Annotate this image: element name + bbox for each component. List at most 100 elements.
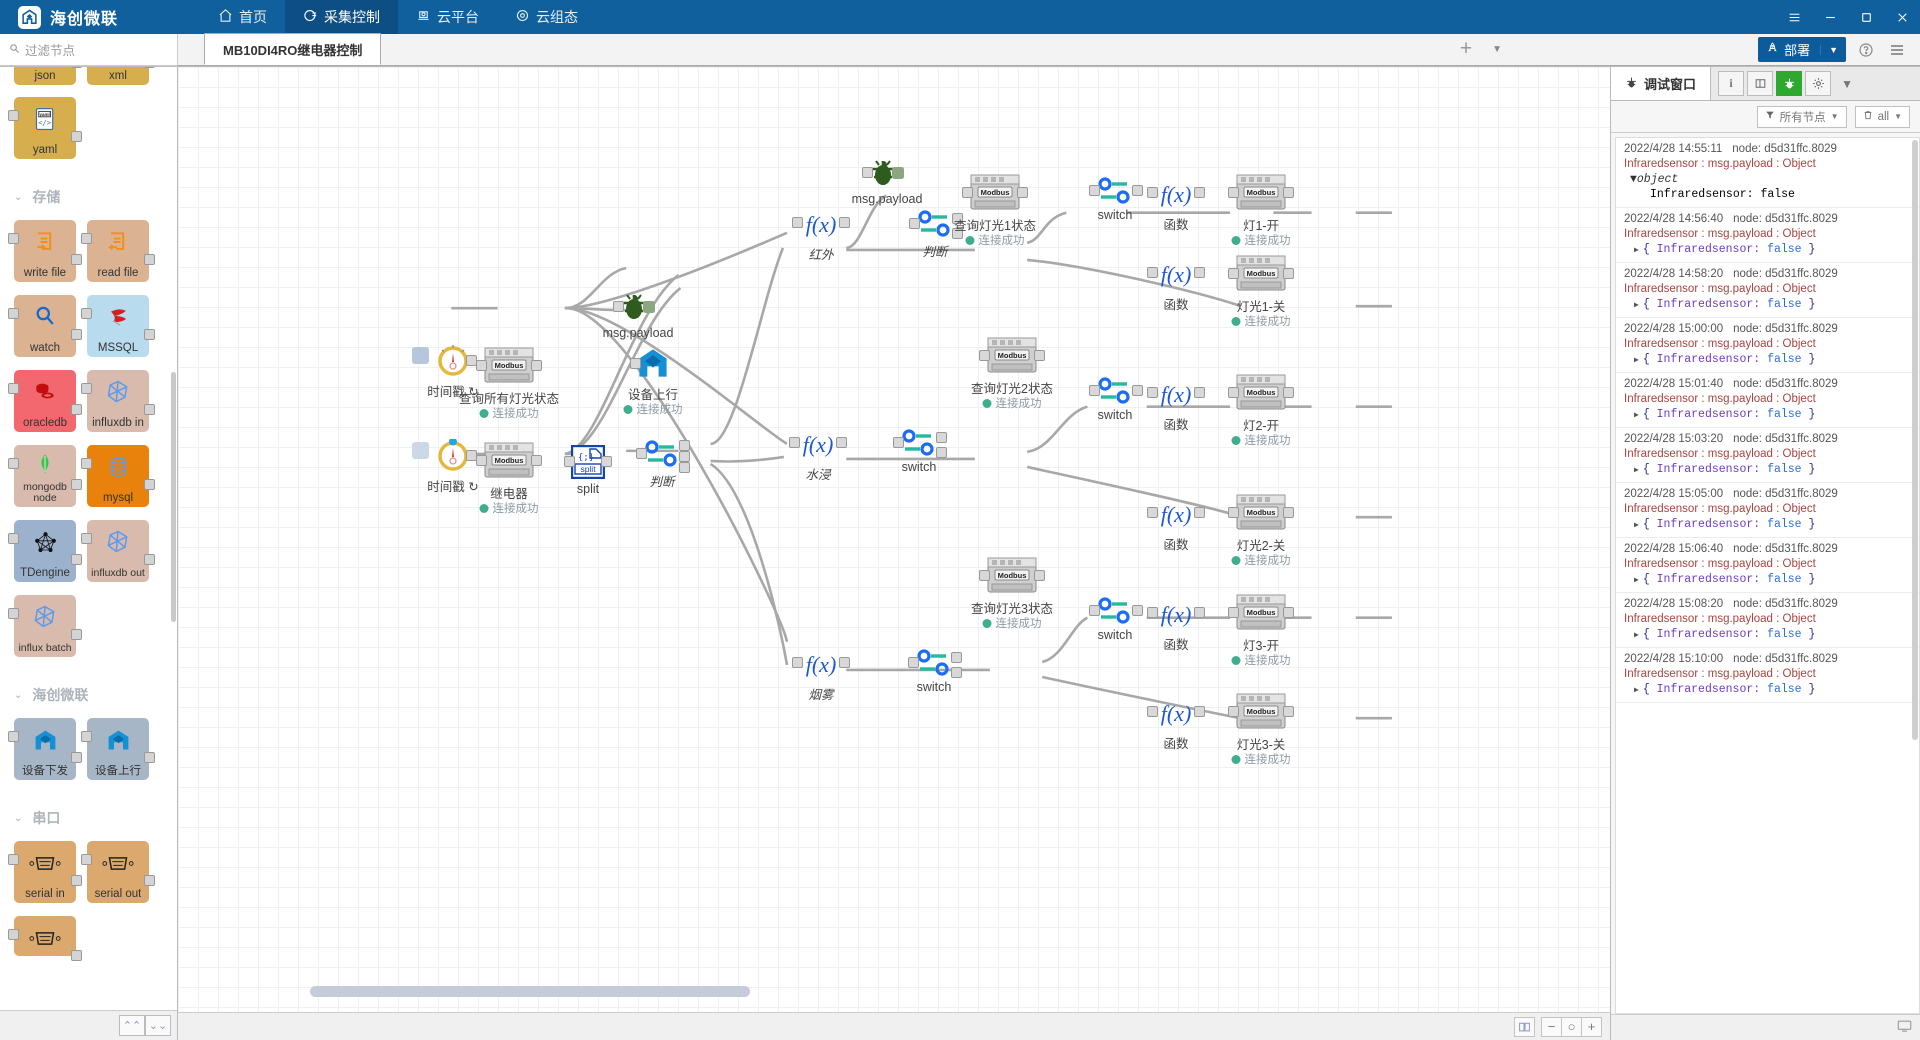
palette-node-serial-request[interactable]: [8, 916, 82, 961]
flow-node-modbus-light1-on[interactable]: Modbus 灯1-开 连接成功: [1228, 172, 1294, 247]
palette-group-header[interactable]: ⌄ 串口: [0, 794, 177, 838]
deploy-button[interactable]: 部署 ▼: [1758, 37, 1846, 62]
flow-node-device-uplink[interactable]: 设备上行 连接成功: [623, 345, 683, 416]
node-output-port[interactable]: [1017, 187, 1028, 198]
debug-scrollbar[interactable]: [1912, 140, 1918, 740]
node-input-port[interactable]: [1228, 507, 1239, 518]
flow-node-switch-light2[interactable]: switch: [1089, 377, 1143, 422]
node-output-port[interactable]: [1034, 350, 1045, 361]
chevron-right-icon[interactable]: ▶: [1634, 576, 1639, 585]
debug-message[interactable]: 2022/4/28 15:05:00 node: d5d31ffc.8029 In…: [1616, 483, 1919, 538]
clear-messages-button[interactable]: all ▼: [1854, 105, 1910, 128]
node-output-port-1[interactable]: [951, 652, 962, 663]
flow-node-function-light3-off[interactable]: f(x) 函数: [1147, 696, 1205, 751]
help-book-icon[interactable]: [1747, 71, 1774, 96]
palette-node-influx-batch[interactable]: influx batch: [8, 595, 82, 657]
node-input-port[interactable]: [1228, 607, 1239, 618]
node-output-port-2[interactable]: [679, 451, 690, 462]
flow-node-modbus-light3-off[interactable]: Modbus 灯光3-关 连接成功: [1228, 691, 1294, 766]
flow-node-switch-judge-main[interactable]: 判断: [636, 440, 690, 489]
node-input-port[interactable]: [862, 167, 873, 178]
minimize-icon[interactable]: [1812, 0, 1848, 34]
debug-message[interactable]: 2022/4/28 14:56:40 node: d5d31ffc.8029 In…: [1616, 208, 1919, 263]
debug-object-header[interactable]: ▼object: [1624, 173, 1911, 186]
node-output-port[interactable]: [836, 437, 847, 448]
node-output-port-2[interactable]: [936, 447, 947, 458]
palette-node-mssql[interactable]: MSSQL: [81, 295, 155, 357]
chevron-right-icon[interactable]: ▶: [1634, 521, 1639, 530]
flow-node-function-light2-on[interactable]: f(x) 函数: [1147, 377, 1205, 432]
node-input-port[interactable]: [1089, 385, 1100, 396]
node-input-port[interactable]: [1147, 187, 1158, 198]
node-input-port[interactable]: [789, 437, 800, 448]
flow-node-inject-2[interactable]: 时间戳 ↻: [412, 439, 479, 494]
node-output-port[interactable]: [1194, 706, 1205, 717]
flow-canvas[interactable]: 时间戳 ↻ Modbus 查询所有灯光状态 连接成功 msg.payload 设…: [178, 67, 1610, 1012]
zoom-out-icon[interactable]: −: [1541, 1016, 1562, 1037]
node-input-port[interactable]: [613, 301, 624, 312]
node-output-port[interactable]: [1034, 570, 1045, 581]
flow-node-modbus-light2-on[interactable]: Modbus 灯2-开 连接成功: [1228, 372, 1294, 447]
flow-node-function-light1-off[interactable]: f(x) 函数: [1147, 257, 1205, 312]
node-input-port[interactable]: [476, 455, 487, 466]
maximize-icon[interactable]: [1848, 0, 1884, 34]
flow-node-function-water[interactable]: f(x) 水浸: [789, 427, 847, 482]
chevron-right-icon[interactable]: ▶: [1634, 301, 1639, 310]
node-output-port[interactable]: [1132, 385, 1143, 396]
flow-node-function-smoke[interactable]: f(x) 烟雾: [792, 647, 850, 702]
zoom-in-icon[interactable]: +: [1581, 1016, 1602, 1037]
debug-message[interactable]: 2022/4/28 14:58:20 node: d5d31ffc.8029 In…: [1616, 263, 1919, 318]
flow-node-switch-judge-infrared[interactable]: 判断: [909, 210, 963, 259]
debug-message[interactable]: 2022/4/28 15:08:20 node: d5d31ffc.8029 In…: [1616, 593, 1919, 648]
flow-node-modbus-query-light2[interactable]: Modbus 查询灯光2状态 连接成功: [971, 335, 1053, 410]
flow-node-debug-msgpayload-2[interactable]: msg.payload: [852, 155, 922, 206]
flow-node-function-light2-off[interactable]: f(x) 函数: [1147, 497, 1205, 552]
node-input-port[interactable]: [476, 360, 487, 371]
flow-node-modbus-query-light3[interactable]: Modbus 查询灯光3状态 连接成功: [971, 555, 1053, 630]
chevron-right-icon[interactable]: ▶: [1634, 356, 1639, 365]
node-selector-handle[interactable]: [412, 347, 429, 364]
node-input-port[interactable]: [893, 437, 904, 448]
palette-node-tdengine[interactable]: TDengine: [8, 520, 82, 582]
node-input-port[interactable]: [1147, 507, 1158, 518]
flow-node-modbus-query-all-lights[interactable]: Modbus 查询所有灯光状态 连接成功: [459, 345, 559, 420]
config-icon[interactable]: [1805, 71, 1832, 96]
debug-message[interactable]: 2022/4/28 15:10:00 node: d5d31ffc.8029 In…: [1616, 648, 1919, 703]
monitor-icon[interactable]: [1897, 1018, 1912, 1038]
palette-scroll-area[interactable]: json xml yaml </> yaml ⌄ 存储 write file r…: [0, 67, 177, 1010]
canvas-hscroll-thumb[interactable]: [310, 986, 750, 997]
palette-group-header[interactable]: ⌄ 海创微联: [0, 671, 177, 715]
debug-icon[interactable]: [1776, 71, 1803, 96]
nav-item-cloud-platform[interactable]: 云平台: [398, 0, 497, 34]
palette-group-header[interactable]: ⌄ 存储: [0, 173, 177, 217]
node-output-port-1[interactable]: [936, 432, 947, 443]
flow-node-switch-light1[interactable]: switch: [1089, 177, 1143, 222]
palette-node-device-uplink[interactable]: 设备上行: [81, 718, 155, 780]
debug-message[interactable]: 2022/4/28 14:55:11 node: d5d31ffc.8029 In…: [1616, 138, 1919, 208]
node-output-port[interactable]: [531, 360, 542, 371]
node-input-port[interactable]: [1089, 185, 1100, 196]
expand-all-icon[interactable]: ⌄⌄: [145, 1015, 171, 1036]
zoom-reset-icon[interactable]: ○: [1561, 1016, 1582, 1037]
chevron-right-icon[interactable]: ▶: [1634, 686, 1639, 695]
node-output-port[interactable]: [601, 456, 612, 467]
flow-node-switch-light3[interactable]: switch: [1089, 597, 1143, 642]
collapse-all-icon[interactable]: ⌃⌃: [119, 1015, 145, 1036]
chevron-right-icon[interactable]: ▶: [1634, 246, 1639, 255]
node-output-port[interactable]: [71, 67, 82, 68]
palette-node-watch[interactable]: watch: [8, 295, 82, 357]
menu-icon[interactable]: [1776, 0, 1812, 34]
debug-message[interactable]: 2022/4/28 15:03:20 node: d5d31ffc.8029 In…: [1616, 428, 1919, 483]
node-input-port[interactable]: [630, 358, 641, 369]
palette-node-json[interactable]: json: [14, 67, 82, 85]
node-output-port[interactable]: [71, 479, 82, 490]
node-output-port[interactable]: [531, 455, 542, 466]
palette-node-read-file[interactable]: read file: [81, 220, 155, 282]
node-input-port[interactable]: [1147, 706, 1158, 717]
tab-list-chevron-down-icon[interactable]: ▼: [1492, 44, 1502, 55]
node-input-port[interactable]: [1228, 268, 1239, 279]
palette-node-yaml[interactable]: yaml </> yaml: [8, 97, 82, 159]
chevron-right-icon[interactable]: ▶: [1634, 631, 1639, 640]
node-input-port[interactable]: [1147, 607, 1158, 618]
filter-nodes-button[interactable]: 所有节点 ▼: [1756, 105, 1847, 128]
